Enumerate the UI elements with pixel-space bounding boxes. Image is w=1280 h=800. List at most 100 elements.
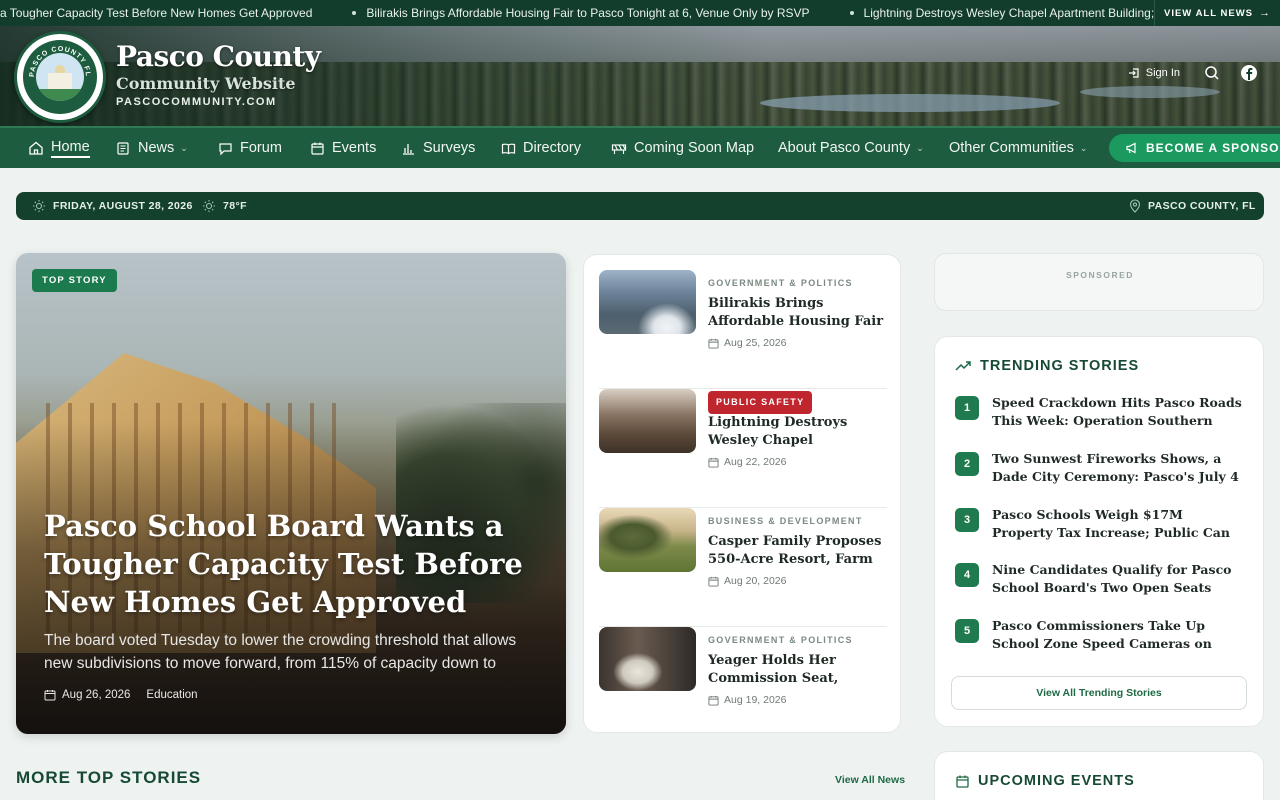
rank-badge: 1 xyxy=(955,396,979,420)
sponsored-slot[interactable]: SPONSORED xyxy=(934,253,1264,311)
news-ticker: a Tougher Capacity Test Before New Homes… xyxy=(0,0,1280,26)
secondary-stories-list: GOVERNMENT & POLITICS Bilirakis Brings A… xyxy=(583,254,901,733)
story-category-badge: PUBLIC SAFETY xyxy=(708,391,813,414)
calendar-icon xyxy=(708,457,719,468)
search-icon xyxy=(1205,66,1219,80)
trending-heading-text: TRENDING STORIES xyxy=(980,358,1140,374)
view-all-trending-button[interactable]: View All Trending Stories xyxy=(951,676,1247,710)
search-button[interactable] xyxy=(1204,65,1220,81)
nav-other-communities[interactable]: Other Communities ⌄ xyxy=(949,128,1087,168)
calendar-icon xyxy=(44,690,56,701)
more-top-stories-heading: MORE TOP STORIES xyxy=(16,768,202,787)
chevron-down-icon: ⌄ xyxy=(916,142,924,153)
story-title[interactable]: Bilirakis Brings Affordable Housing Fair… xyxy=(708,295,888,331)
main-nav: Home News ⌄ Forum Events Surveys Director… xyxy=(0,126,1280,168)
date-text: FRIDAY, AUGUST 28, 2026 xyxy=(53,200,193,212)
become-sponsor-button[interactable]: BECOME A SPONSOR xyxy=(1109,134,1280,162)
calendar-icon xyxy=(311,142,324,155)
seal-emblem xyxy=(36,53,84,101)
hero-category[interactable]: Education xyxy=(146,689,197,701)
upcoming-heading: UPCOMING EVENTS xyxy=(955,773,1135,789)
current-temperature: 78°F xyxy=(202,192,247,220)
megaphone-icon xyxy=(1126,142,1136,154)
nav-about-pasco-county[interactable]: About Pasco County ⌄ xyxy=(778,128,924,168)
sign-in-button[interactable]: Sign In xyxy=(1128,67,1180,79)
rank-badge: 3 xyxy=(955,508,979,532)
story-date-text: Aug 22, 2026 xyxy=(724,456,787,468)
ticker-track: a Tougher Capacity Test Before New Homes… xyxy=(0,0,1267,26)
nav-home[interactable]: Home xyxy=(28,128,90,168)
story-item[interactable]: PUBLIC SAFETY Lightning Destroys Wesley … xyxy=(599,389,887,508)
date-weather-bar: FRIDAY, AUGUST 28, 2026 78°F PASCO COUNT… xyxy=(16,192,1264,220)
county-seal-logo[interactable]: PASCO COUNTY FL xyxy=(14,31,106,123)
sign-in-icon xyxy=(1128,68,1139,78)
story-date-text: Aug 19, 2026 xyxy=(724,694,787,706)
calendar-icon xyxy=(956,775,969,788)
nav-forum[interactable]: Forum xyxy=(218,128,282,168)
trending-title[interactable]: Nine Candidates Qualify for Pasco School… xyxy=(992,561,1246,597)
current-location: PASCO COUNTY, FL xyxy=(1129,192,1256,220)
upcoming-events-panel: UPCOMING EVENTS xyxy=(934,751,1264,800)
story-date: Aug 25, 2026 xyxy=(708,337,786,349)
hero-title[interactable]: Pasco School Board Wants a Tougher Capac… xyxy=(44,507,544,621)
story-title[interactable]: Yeager Holds Her Commission Seat, Hardin… xyxy=(708,652,888,688)
top-story-badge: TOP STORY xyxy=(32,269,117,292)
trending-stories-panel: TRENDING STORIES 1 Speed Crackdown Hits P… xyxy=(934,336,1264,727)
nav-coming-soon-map[interactable]: Coming Soon Map xyxy=(611,128,754,168)
current-date: FRIDAY, AUGUST 28, 2026 xyxy=(32,192,193,220)
ticker-item[interactable]: Bilirakis Brings Affordable Housing Fair… xyxy=(352,6,849,20)
site-subtitle: Community Website xyxy=(116,74,296,93)
rank-badge: 2 xyxy=(955,452,979,476)
story-thumbnail xyxy=(599,508,696,572)
arrow-right-icon: → xyxy=(1259,7,1271,19)
facebook-icon xyxy=(1241,65,1257,81)
nav-label: Forum xyxy=(240,140,282,156)
construction-icon xyxy=(611,143,627,154)
story-title[interactable]: Casper Family Proposes 550-Acre Resort, … xyxy=(708,533,888,569)
newspaper-icon xyxy=(117,141,129,155)
trending-title[interactable]: Pasco Schools Weigh $17M Property Tax In… xyxy=(992,506,1246,542)
nav-label: Directory xyxy=(523,140,582,156)
top-story-card[interactable]: TOP STORY Pasco School Board Wants a Tou… xyxy=(16,253,566,734)
ticker-item-text: a Tougher Capacity Test Before New Homes… xyxy=(0,6,313,20)
map-pin-icon xyxy=(1129,199,1141,213)
nav-label: About Pasco County xyxy=(778,140,911,156)
sun-icon xyxy=(203,200,215,212)
trending-title[interactable]: Speed Crackdown Hits Pasco Roads This We… xyxy=(992,394,1246,430)
calendar-icon xyxy=(708,576,719,587)
site-url: PASCOCOMMUNITY.COM xyxy=(116,96,277,108)
location-text: PASCO COUNTY, FL xyxy=(1148,200,1256,212)
nav-surveys[interactable]: Surveys xyxy=(401,128,475,168)
nav-label: Other Communities xyxy=(949,140,1074,156)
trending-title[interactable]: Two Sunwest Fireworks Shows, a Dade City… xyxy=(992,450,1246,486)
nav-label: Home xyxy=(51,139,90,158)
bullet-icon xyxy=(352,11,357,15)
ticker-item[interactable]: a Tougher Capacity Test Before New Homes… xyxy=(0,6,352,20)
hero-meta: Aug 26, 2026 Education xyxy=(44,689,198,701)
site-title[interactable]: Pasco County xyxy=(116,40,321,73)
bullet-icon xyxy=(849,11,854,15)
facebook-button[interactable] xyxy=(1240,64,1258,82)
story-title[interactable]: Lightning Destroys Wesley Chapel Apartme… xyxy=(708,414,888,450)
story-item[interactable]: GOVERNMENT & POLITICS Yeager Holds Her C… xyxy=(599,627,887,746)
story-category: GOVERNMENT & POLITICS xyxy=(708,635,853,645)
story-item[interactable]: BUSINESS & DEVELOPMENT Casper Family Pro… xyxy=(599,508,887,627)
nav-label: News xyxy=(138,140,175,156)
story-thumbnail xyxy=(599,627,696,691)
story-item[interactable]: GOVERNMENT & POLITICS Bilirakis Brings A… xyxy=(599,270,887,389)
rank-badge: 5 xyxy=(955,619,979,643)
hero-date: Aug 26, 2026 xyxy=(62,689,131,701)
chat-icon xyxy=(219,142,232,155)
trending-title[interactable]: Pasco Commissioners Take Up School Zone … xyxy=(992,617,1246,653)
calendar-icon xyxy=(708,338,719,349)
sponsored-label: SPONSORED xyxy=(1066,270,1134,280)
book-icon xyxy=(501,143,516,154)
nav-events[interactable]: Events xyxy=(310,128,376,168)
story-thumbnail xyxy=(599,389,696,453)
header-actions: Sign In xyxy=(1128,64,1258,82)
sun-icon xyxy=(33,200,45,212)
view-all-news-link[interactable]: View All News xyxy=(835,774,905,786)
nav-directory[interactable]: Directory xyxy=(501,128,581,168)
nav-news[interactable]: News ⌄ xyxy=(116,128,188,168)
view-all-news-button[interactable]: VIEW ALL NEWS → xyxy=(1154,0,1280,26)
